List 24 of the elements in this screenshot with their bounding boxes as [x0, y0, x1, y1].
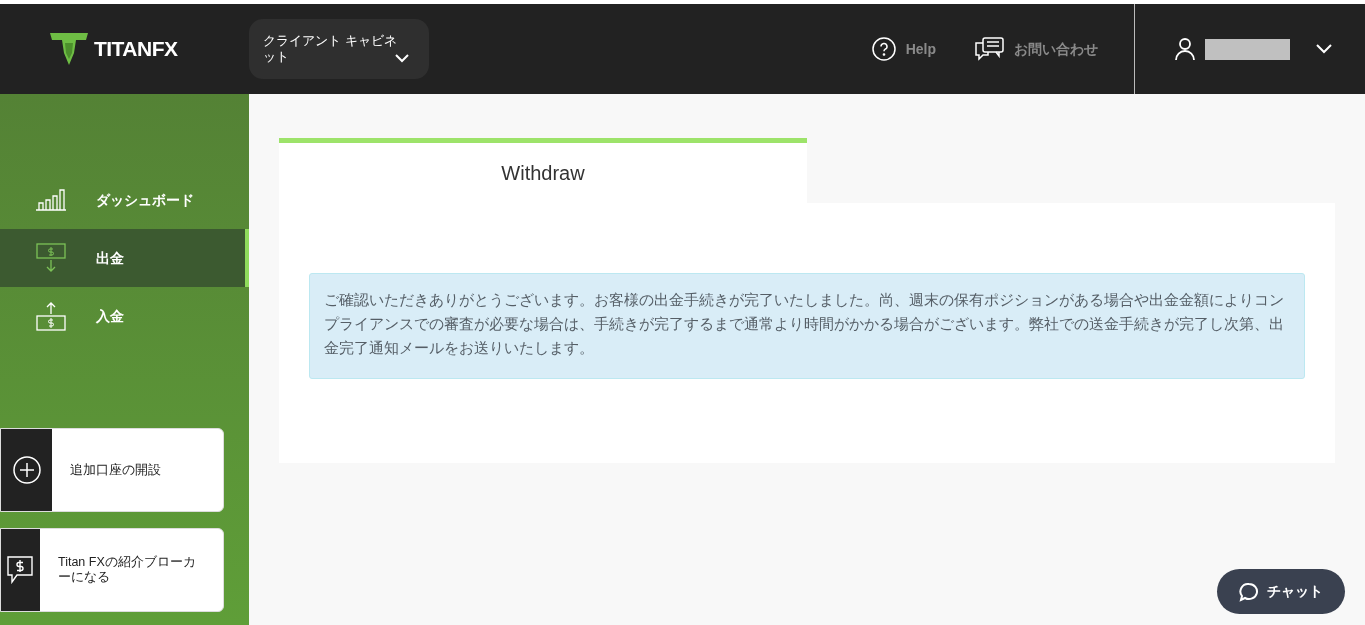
sidebar-item[interactable]: 出金 [0, 229, 249, 287]
bar-chart-icon [36, 189, 66, 211]
sidebar-card[interactable]: 追加口座の開設 [0, 428, 224, 512]
sidebar-item[interactable]: 入金 [0, 287, 249, 345]
speech-bubble-icon [1239, 581, 1259, 602]
contact-link[interactable]: お問い合わせ [1014, 38, 1098, 60]
dollar-speech-bubble-icon [6, 555, 35, 585]
brand-logo-text: TITANFX [94, 36, 178, 63]
success-message: ご確認いただきありがとうございます。お客様の出金手続きが完了いたしました。尚、週末の保有ポジションがある場合や出金金額によりコンプライアンスでの審査が必要な場合は、手続きが完了するまで通常より時間がかかる場合がございます。弊社での送金手続きが完了し次第、出金完了通知メールをお送りいたします。 [309, 273, 1305, 379]
shield-logo-icon [50, 31, 88, 67]
chevron-down-icon [395, 54, 409, 63]
plus-circle-icon [12, 456, 41, 484]
tab[interactable]: Withdraw [279, 138, 807, 203]
sidebar-card[interactable]: Titan FXの紹介ブローカーになる [0, 528, 224, 612]
chat-button[interactable]: チャット [1217, 569, 1345, 614]
speech-bubbles-icon[interactable] [974, 37, 1004, 61]
cash-up-arrow-icon [36, 301, 66, 331]
help-link[interactable]: Help [905, 38, 936, 60]
help-icon[interactable] [871, 37, 896, 61]
client-cabinet-dropdown[interactable]: クライアント キャビネット [249, 19, 429, 79]
cash-down-arrow-icon [36, 243, 66, 273]
sidebar-item[interactable]: ダッシュボード [0, 171, 249, 229]
chevron-down-icon[interactable] [1316, 44, 1332, 54]
user-icon[interactable] [1175, 37, 1195, 61]
